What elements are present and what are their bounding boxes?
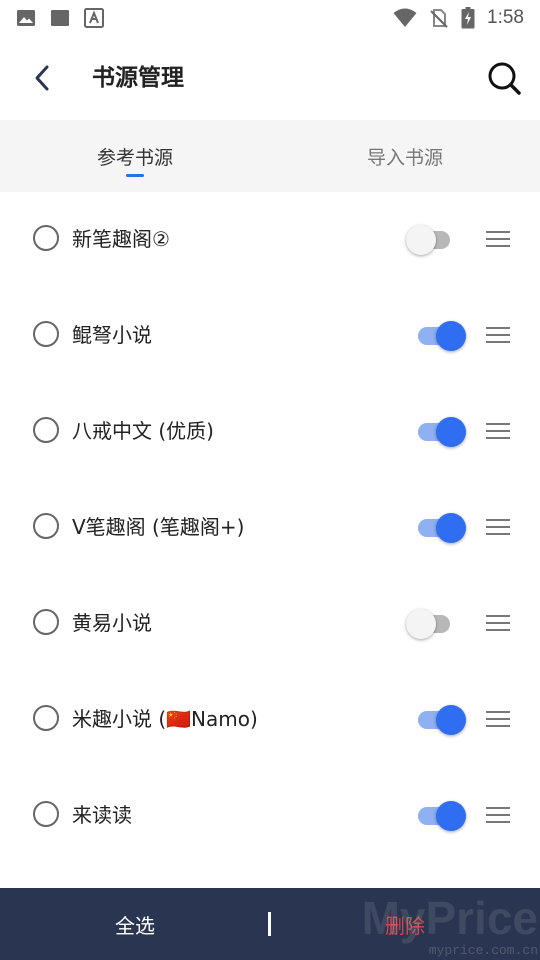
no-sim-icon [430, 9, 448, 28]
status-left [16, 8, 118, 28]
page-title: 书源管理 [92, 65, 184, 91]
source-name: 鲲弩小说 [72, 323, 152, 347]
delete-button[interactable]: 删除 [270, 888, 540, 960]
tab-bar: 参考书源 导入书源 [0, 120, 540, 192]
select-radio[interactable] [33, 321, 59, 347]
source-name: V笔趣阁 (笔趣阁+) [72, 515, 245, 539]
screen: 1:58 书源管理 参考书源 导入书源 新笔趣阁② 鲲弩小说 八戒中文 (优质)… [0, 0, 540, 960]
font-a-icon [84, 8, 104, 28]
select-radio[interactable] [33, 801, 59, 827]
header: 书源管理 [0, 36, 540, 120]
tab-active-indicator [126, 174, 144, 177]
source-row[interactable]: 来读读 [0, 768, 540, 864]
image-icon [17, 10, 35, 26]
select-radio[interactable] [33, 225, 59, 251]
drag-handle-icon[interactable] [486, 806, 510, 824]
enable-toggle[interactable] [406, 607, 468, 641]
wifi-icon [393, 8, 417, 27]
source-row[interactable]: 新笔趣阁② [0, 192, 540, 288]
enable-toggle[interactable] [406, 223, 468, 257]
select-all-button[interactable]: 全选 [0, 888, 270, 960]
back-arrow-icon[interactable] [28, 60, 58, 96]
source-row[interactable]: 鲲弩小说 [0, 288, 540, 384]
select-radio[interactable] [33, 417, 59, 443]
enable-toggle[interactable] [406, 511, 468, 545]
bottom-action-bar: 全选 删除 MyPrice myprice.com.cn [0, 888, 540, 960]
enable-toggle[interactable] [406, 799, 468, 833]
status-time: 1:58 [487, 7, 524, 28]
source-name: 八戒中文 (优质) [72, 419, 214, 443]
square-icon [51, 10, 69, 26]
source-row[interactable]: 黄易小说 [0, 576, 540, 672]
source-row[interactable]: 八戒中文 (优质) [0, 384, 540, 480]
select-radio[interactable] [33, 705, 59, 731]
source-name: 来读读 [72, 803, 132, 827]
source-name: 新笔趣阁② [72, 227, 170, 251]
drag-handle-icon[interactable] [486, 422, 510, 440]
source-name: 米趣小说 (🇨🇳Namo) [72, 707, 258, 731]
tab-label: 导入书源 [366, 146, 443, 169]
drag-handle-icon[interactable] [486, 326, 510, 344]
drag-handle-icon[interactable] [486, 230, 510, 248]
tab-label: 参考书源 [96, 146, 173, 169]
select-all-label: 全选 [115, 913, 155, 938]
enable-toggle[interactable] [406, 703, 468, 737]
tab-import-sources[interactable]: 导入书源 [270, 120, 540, 192]
source-row[interactable]: V笔趣阁 (笔趣阁+) [0, 480, 540, 576]
search-icon[interactable] [484, 58, 524, 98]
select-radio[interactable] [33, 609, 59, 635]
select-radio[interactable] [33, 513, 59, 539]
delete-label: 删除 [385, 913, 425, 938]
enable-toggle[interactable] [406, 415, 468, 449]
source-row[interactable]: 米趣小说 (🇨🇳Namo) [0, 672, 540, 768]
enable-toggle[interactable] [406, 319, 468, 353]
drag-handle-icon[interactable] [486, 710, 510, 728]
status-bar: 1:58 [0, 0, 540, 36]
source-list: 新笔趣阁② 鲲弩小说 八戒中文 (优质) V笔趣阁 (笔趣阁+) 黄易小说 米趣… [0, 192, 540, 864]
drag-handle-icon[interactable] [486, 614, 510, 632]
drag-handle-icon[interactable] [486, 518, 510, 536]
tab-reference-sources[interactable]: 参考书源 [0, 120, 270, 192]
status-right: 1:58 [381, 7, 524, 29]
source-name: 黄易小说 [72, 611, 152, 635]
battery-charging-icon [461, 7, 475, 29]
